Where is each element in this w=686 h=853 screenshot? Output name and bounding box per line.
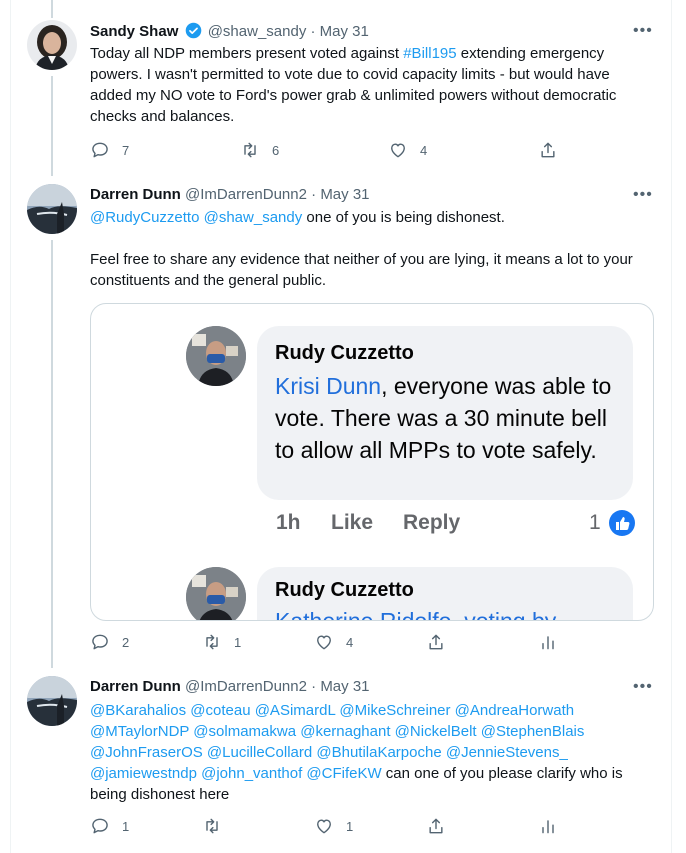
tweet-actions: 2 1 4 [90,632,560,654]
comment-like-link: Like [331,511,374,534]
commenter-name: Rudy Cuzzetto [275,579,414,601]
tweet[interactable]: Sandy Shaw @shaw_sandy · May 31 ••• Toda… [0,0,686,170]
share-icon [541,142,555,158]
retweet-count: 6 [272,142,280,158]
author-handle[interactable]: @ImDarrenDunn2 [185,678,307,695]
author-name[interactable]: Sandy Shaw [90,23,178,40]
tweet[interactable]: Darren Dunn @ImDarrenDunn2 · May 31 ••• … [0,660,686,853]
comment-text-partial: Katherine Ridolfo, voting by [275,608,557,621]
retweet-icon [206,818,218,834]
comment-bubble: Rudy Cuzzetto Krisi Dunn, everyone was a… [257,326,633,500]
tweet-actions: 1 1 [90,816,560,838]
retweet-count: 1 [234,634,242,650]
like-count: 4 [420,142,428,158]
author-name[interactable]: Darren Dunn [90,186,181,203]
commenter-avatar [186,326,246,386]
attached-image[interactable]: Rudy Cuzzetto Krisi Dunn, everyone was a… [90,303,654,621]
reply-button[interactable]: 7 [90,140,129,160]
tweet-date[interactable]: May 31 [320,186,369,203]
like-button[interactable]: 4 [314,632,353,652]
tweet-text: @BKarahalios @coteau @ASimardL @MikeSchr… [90,700,650,805]
reply-count: 7 [122,142,130,158]
retweet-icon [206,634,218,650]
tweet-text-part: one of you is being dishonest. [302,209,505,226]
reaction-count: 1 [589,511,601,534]
reply-button[interactable]: 1 [90,816,129,836]
share-icon [429,634,443,650]
tweet-header: Sandy Shaw @shaw_sandy · May 31 [90,22,369,43]
tweet-text-part: Today all NDP members present voted agai… [90,45,404,62]
avatar[interactable] [27,20,77,70]
analytics-button[interactable] [538,816,558,836]
reply-count: 2 [122,634,130,650]
like-count: 4 [346,634,354,650]
commenter-name: Rudy Cuzzetto [275,342,414,364]
analytics-icon [542,636,554,650]
author-handle[interactable]: @shaw_sandy [208,23,307,40]
share-button[interactable] [426,632,446,652]
tweet-date[interactable]: May 31 [320,678,369,695]
share-button[interactable] [426,816,446,836]
share-icon [429,818,443,834]
more-options-icon[interactable]: ••• [633,186,653,204]
verified-badge-icon [185,22,202,43]
hashtag-link[interactable]: #Bill195 [403,45,456,62]
retweet-button[interactable]: 6 [240,140,279,160]
commenter-avatar [186,567,246,620]
heart-icon [317,819,331,834]
separator-dot: · [311,186,317,203]
comment-time: 1h [276,511,301,534]
tweet-text: Feel free to share any evidence that nei… [90,251,633,289]
separator-dot: · [311,678,317,695]
reply-button[interactable]: 2 [90,632,129,652]
reply-count: 1 [122,818,130,834]
tweet[interactable]: Darren Dunn @ImDarrenDunn2 · May 31 ••• … [0,170,686,660]
like-button[interactable]: 1 [314,816,353,836]
comment-mention: Krisi Dunn [275,373,382,399]
avatar[interactable] [27,184,77,234]
analytics-icon [542,820,554,834]
retweet-button[interactable] [202,816,234,836]
reply-icon [92,142,108,158]
comment-reply-link: Reply [403,511,461,534]
author-handle[interactable]: @ImDarrenDunn2 [185,186,307,203]
tweet-text: Today all NDP members present voted agai… [90,43,650,127]
avatar[interactable] [27,676,77,726]
tweet-date[interactable]: May 31 [320,23,369,40]
tweet-header: Darren Dunn @ImDarrenDunn2 · May 31 [90,678,370,695]
comment-text: Krisi Dunn, everyone was able to vote. T… [275,370,625,466]
analytics-button[interactable] [538,632,558,652]
mention-links[interactable]: @RudyCuzzetto @shaw_sandy [90,209,302,226]
like-count: 1 [346,818,354,834]
separator-dot: · [310,23,316,40]
retweet-icon [244,142,256,158]
more-options-icon[interactable]: ••• [633,22,653,40]
tweet-header: Darren Dunn @ImDarrenDunn2 · May 31 [90,186,370,203]
tweet-actions: 7 6 4 [90,140,560,162]
author-name[interactable]: Darren Dunn [90,678,181,695]
tweet-text: @RudyCuzzetto @shaw_sandy one of you is … [90,207,650,228]
reply-icon [92,818,108,834]
heart-icon [317,635,331,650]
more-options-icon[interactable]: ••• [633,678,653,696]
reply-icon [92,634,108,650]
retweet-button[interactable]: 1 [202,632,241,652]
like-button[interactable]: 4 [388,140,427,160]
comment-bubble: Rudy Cuzzetto Katherine Ridolfo, voting … [257,567,633,621]
heart-icon [391,143,405,158]
share-button[interactable] [538,140,558,160]
thumbs-up-icon [609,510,635,536]
